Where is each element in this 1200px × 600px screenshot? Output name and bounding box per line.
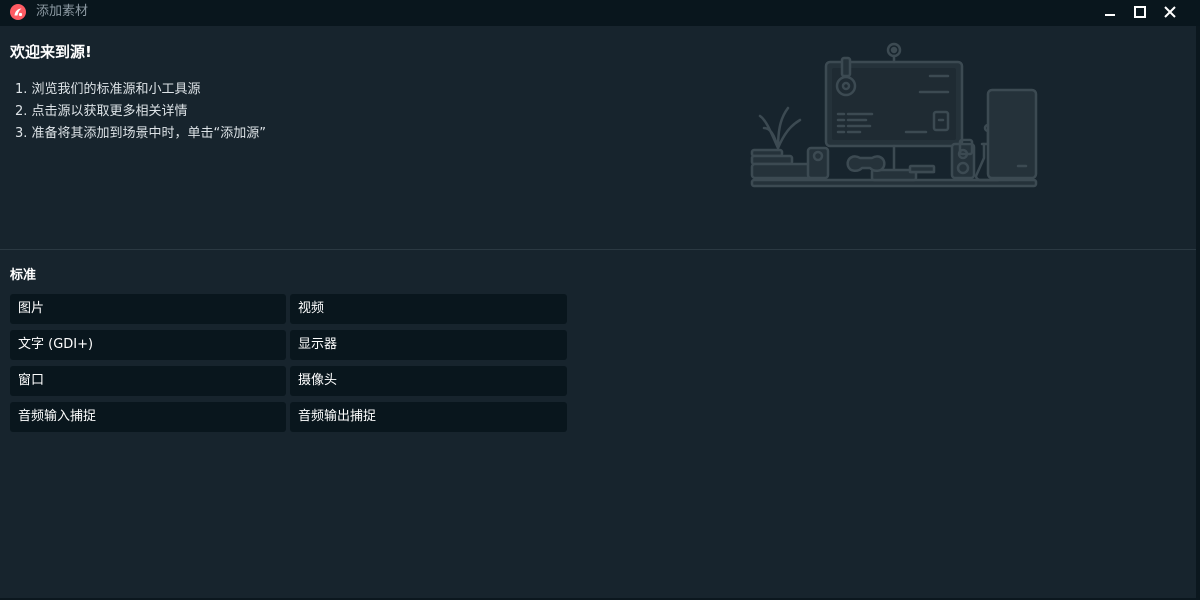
section-title-standard: 标准 xyxy=(10,268,37,283)
maximize-icon xyxy=(1134,6,1146,18)
source-grid: 图片 视频 文字 (GDI+) 显示器 窗口 摄像头 音频输入捕捉 音频输出捕捉 xyxy=(10,294,567,432)
source-window-button[interactable]: 窗口 xyxy=(10,366,286,396)
source-audio-input-button[interactable]: 音频输入捕捉 xyxy=(10,402,286,432)
title-bar: 添加素材 xyxy=(0,0,1200,26)
minimize-button[interactable] xyxy=(1100,2,1120,22)
instruction-step: 2. 点击源以获取更多相关详情 xyxy=(15,104,188,119)
close-button[interactable] xyxy=(1160,2,1180,22)
instruction-step: 1. 浏览我们的标准源和小工具源 xyxy=(15,82,201,97)
app-logo-icon xyxy=(10,4,26,20)
welcome-title: 欢迎来到源! xyxy=(10,43,92,61)
instruction-list: 1. 浏览我们的标准源和小工具源 2. 点击源以获取更多相关详情 3. 准备将其… xyxy=(15,81,266,147)
instruction-step: 3. 准备将其添加到场景中时，单击“添加源” xyxy=(15,126,267,141)
source-video-button[interactable]: 视频 xyxy=(290,294,567,324)
close-icon xyxy=(1164,6,1176,18)
source-camera-button[interactable]: 摄像头 xyxy=(290,366,567,396)
source-image-button[interactable]: 图片 xyxy=(10,294,286,324)
section-divider xyxy=(0,249,1196,250)
maximize-button[interactable] xyxy=(1130,2,1150,22)
source-text-button[interactable]: 文字 (GDI+) xyxy=(10,330,286,360)
window-border xyxy=(1196,26,1200,600)
source-audio-output-button[interactable]: 音频输出捕捉 xyxy=(290,402,567,432)
minimize-icon xyxy=(1105,14,1115,16)
source-display-button[interactable]: 显示器 xyxy=(290,330,567,360)
window-title: 添加素材 xyxy=(36,4,89,19)
workspace-illustration xyxy=(748,40,1040,190)
